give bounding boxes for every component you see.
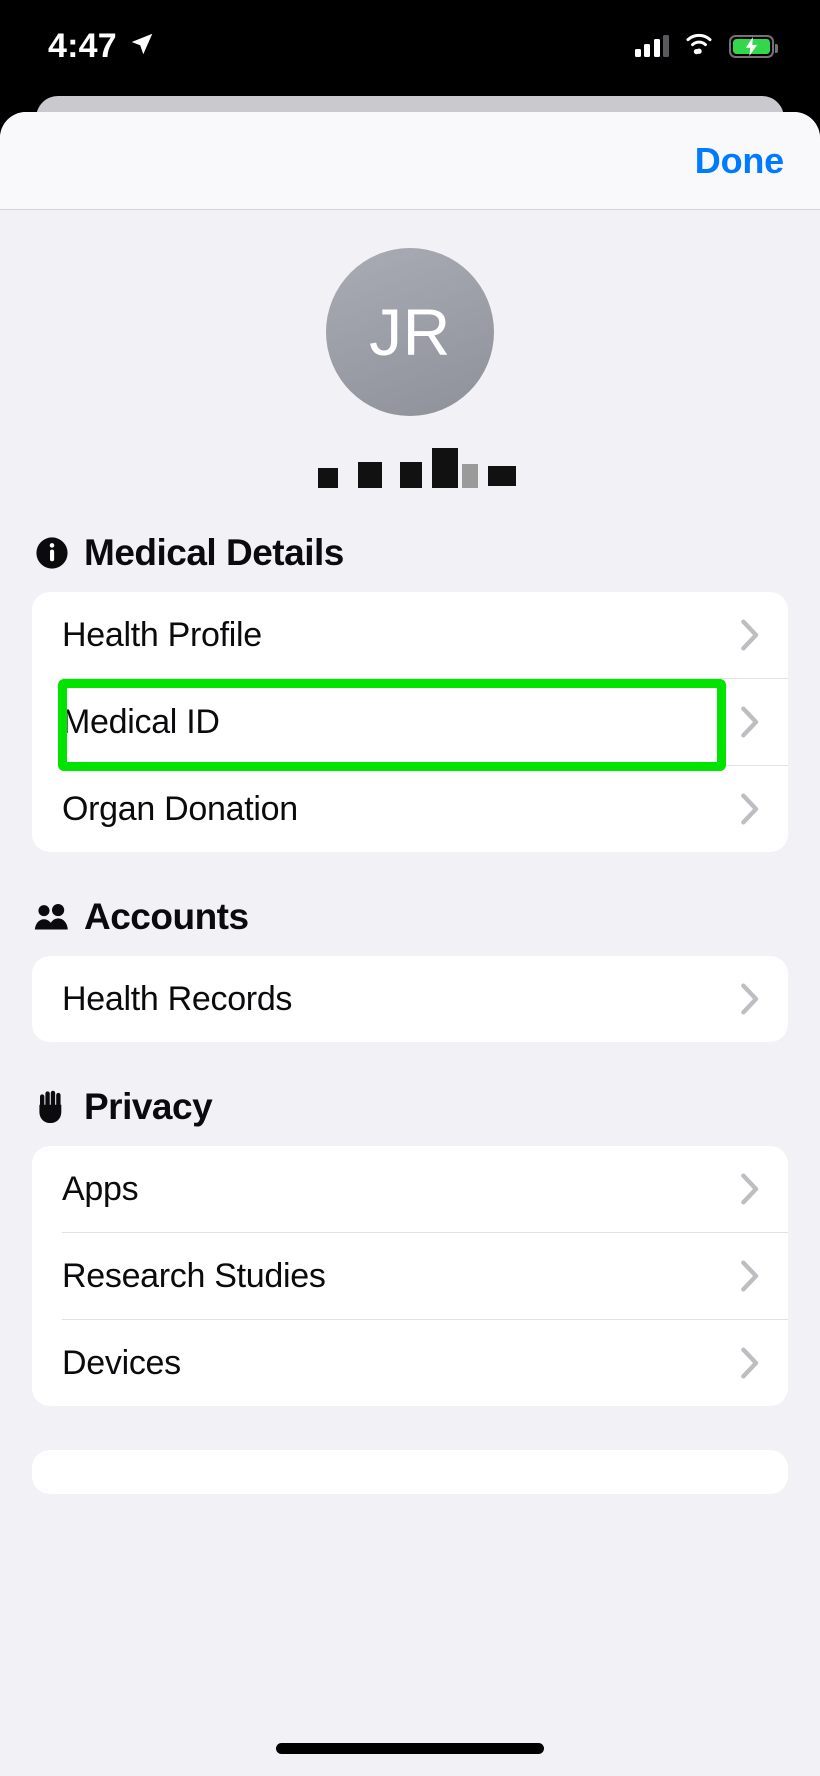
row-label: Research Studies — [62, 1256, 326, 1295]
accounts-card: Health Records — [32, 956, 788, 1042]
info-circle-icon — [34, 535, 70, 571]
row-health-profile[interactable]: Health Profile — [32, 592, 788, 678]
phone-screen: 4:47 Done JR Medical Details Health Prof… — [0, 0, 820, 1776]
status-bar: 4:47 — [0, 0, 820, 92]
chevron-right-icon — [740, 792, 760, 826]
row-health-records[interactable]: Health Records — [32, 956, 788, 1042]
profile-header: JR — [0, 210, 820, 488]
people-icon — [34, 899, 70, 935]
user-name-redacted — [310, 448, 516, 488]
sheet-content: JR Medical Details Health Profile Medica… — [0, 210, 820, 1534]
chevron-right-icon — [740, 1346, 760, 1380]
row-label: Apps — [62, 1169, 139, 1208]
row-devices[interactable]: Devices — [32, 1320, 788, 1406]
medical-id-wrapper: Medical ID — [32, 679, 788, 771]
cellular-bars-icon — [634, 35, 669, 57]
row-label: Devices — [62, 1343, 181, 1382]
chevron-right-icon — [740, 1172, 760, 1206]
profile-sheet: Done JR Medical Details Health Profile M… — [0, 112, 820, 1776]
section-title: Privacy — [84, 1086, 213, 1127]
avatar[interactable]: JR — [326, 248, 494, 416]
battery-charging-icon — [729, 34, 778, 58]
row-label: Organ Donation — [62, 789, 298, 828]
avatar-initials: JR — [369, 295, 451, 369]
row-apps[interactable]: Apps — [32, 1146, 788, 1232]
status-bar-right — [634, 32, 778, 61]
section-header-accounts: Accounts — [0, 896, 820, 938]
done-button[interactable]: Done — [695, 140, 784, 182]
hand-raised-icon — [34, 1089, 70, 1125]
row-label: Health Records — [62, 979, 293, 1018]
section-title: Accounts — [84, 896, 249, 937]
home-indicator[interactable] — [276, 1743, 544, 1754]
row-organ-donation[interactable]: Organ Donation — [32, 766, 788, 852]
medical-details-card: Health Profile Medical ID Organ Donation — [32, 592, 788, 852]
status-bar-left: 4:47 — [48, 29, 155, 63]
chevron-right-icon — [740, 618, 760, 652]
next-section-card-partial — [32, 1450, 788, 1494]
chevron-right-icon — [740, 705, 760, 739]
row-label: Health Profile — [62, 615, 262, 654]
section-header-medical-details: Medical Details — [0, 532, 820, 574]
row-medical-id[interactable]: Medical ID — [32, 679, 788, 765]
chevron-right-icon — [740, 1259, 760, 1293]
sheet-navigation-bar: Done — [0, 112, 820, 210]
wifi-icon — [683, 32, 715, 61]
section-header-privacy: Privacy — [0, 1086, 820, 1128]
location-arrow-icon — [129, 31, 155, 62]
chevron-right-icon — [740, 982, 760, 1016]
privacy-card: Apps Research Studies Devices — [32, 1146, 788, 1406]
row-label: Medical ID — [62, 702, 220, 741]
status-bar-time: 4:47 — [48, 27, 117, 65]
section-title: Medical Details — [84, 532, 344, 573]
row-research-studies[interactable]: Research Studies — [32, 1233, 788, 1319]
